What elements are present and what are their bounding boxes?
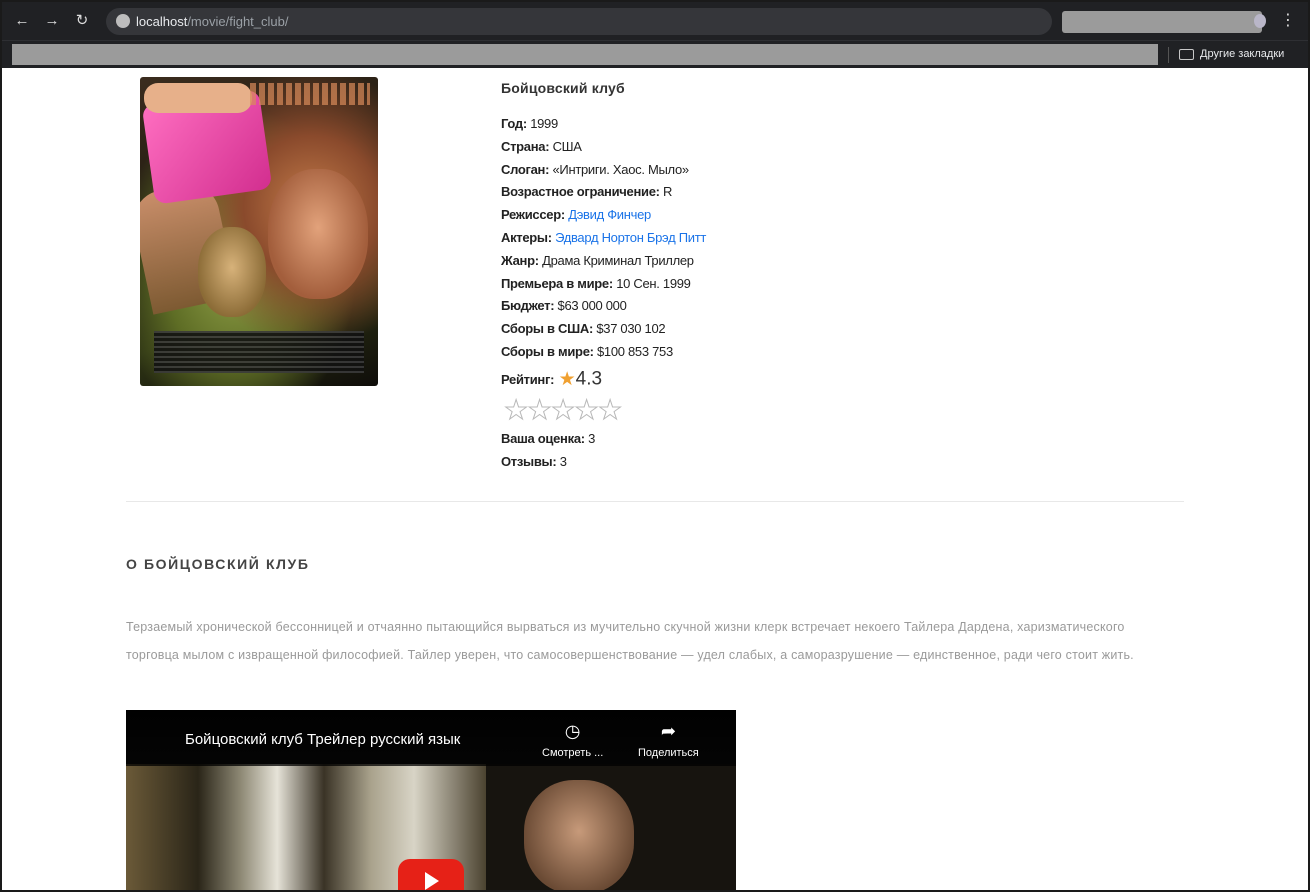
your-rating: Ваша оценка: 3 [501,430,595,448]
share-icon: ➦ [660,721,676,741]
profile-area[interactable] [1062,11,1262,33]
star-outline-icon[interactable]: ★ [527,396,552,425]
reviews-value: 3 [559,454,567,469]
bookmarks-bar: Другие закладки [2,40,1308,68]
info-premiere: Премьера в мире: 10 Сен. 1999 [501,275,1141,298]
url-host: localhost [136,14,188,29]
info-label: Бюджет: [501,298,555,314]
star-filled-icon: ★ [558,369,576,390]
your-rating-label: Ваша оценка: [501,431,585,446]
arrow-left-icon[interactable]: ← [11,10,33,32]
info-genre: Жанр: Драма Криминал Триллер [501,252,1141,275]
info-label: Режиссер: [501,207,565,223]
info-label: Сборы в мире: [501,343,594,359]
info-value: 10 Сен. 1999 [616,275,691,291]
star-outline-icon[interactable]: ★ [598,396,623,425]
about-description: Терзаемый хронической бессонницей и отча… [126,620,1134,662]
info-label: Сборы в США: [501,321,594,337]
info-value: R [663,184,673,200]
reload-icon[interactable]: ↻ [71,10,93,32]
about-heading: О БОЙЦОВСКИЙ КЛУБ [126,556,310,572]
info-value: «Интриги. Хаос. Мыло» [552,161,689,177]
poster-face-left [198,227,266,317]
star-outline-icon[interactable]: ★ [574,396,599,425]
info-director: Режиссер: Дэвид Финчер [501,206,1141,229]
url-text[interactable]: localhost/movie/fight_club/ [136,14,288,29]
folder-icon[interactable] [1179,49,1194,60]
bookmarks-separator [1168,47,1169,63]
arrow-right-icon[interactable]: → [41,10,63,32]
movie-poster [140,77,378,386]
info-year: Год: 1999 [501,115,1141,138]
reviews-label: Отзывы: [501,454,557,469]
section-divider [126,501,1184,502]
info-value: $63 000 000 [557,298,627,314]
video-title[interactable]: Бойцовский клуб Трейлер русский язык [185,731,460,749]
play-icon [425,872,439,890]
info-box-office-usa: Сборы в США: $37 030 102 [501,320,1141,343]
reviews-count: Отзывы: 3 [501,453,567,471]
star-rating-input[interactable]: ★★★★★ [504,396,623,425]
info-value: США [552,138,582,154]
video-embed[interactable]: Бойцовский клуб Трейлер русский язык ◷ С… [126,710,736,890]
info-label: Возрастное ограничение: [501,184,660,200]
movie-title: Бойцовский клуб [501,80,625,96]
info-label: Страна: [501,138,550,154]
info-box-office-world: Сборы в мире: $100 853 753 [501,343,1141,366]
poster-bottom-credits [154,331,364,373]
address-bar[interactable]: localhost/movie/fight_club/ [106,8,1052,35]
info-label: Жанр: [501,252,539,268]
info-label: Год: [501,116,527,131]
avatar[interactable] [1254,14,1266,28]
poster-face-right [268,169,368,299]
info-tagline: Слоган: «Интриги. Хаос. Мыло» [501,161,1141,184]
info-budget: Бюджет: $63 000 000 [501,297,1141,320]
watch-later-button[interactable]: ◷ Смотреть ... [542,720,603,760]
star-outline-icon[interactable]: ★ [551,396,576,425]
info-label: Слоган: [501,161,550,177]
rating-label: Рейтинг: [501,372,555,387]
clock-icon: ◷ [564,721,581,741]
info-label: Премьера в мире: [501,275,613,291]
movie-info-list: Год: 1999 Страна: США Слоган: «Интриги. … [501,115,1141,366]
info-value: 1999 [530,116,558,131]
director-link[interactable]: Дэвид Финчер [568,207,651,222]
info-value: $37 030 102 [596,321,666,337]
info-age-rating: Возрастное ограничение: R [501,183,1141,206]
globe-icon[interactable] [116,14,130,28]
browser-toolbar: ← → ↻ localhost/movie/fight_club/ ⋮ [2,2,1308,40]
info-actors: Актеры: Эдвард Нортон Брэд Питт [501,229,1141,252]
actors-link[interactable]: Эдвард Нортон Брэд Питт [555,230,706,245]
info-value: Драма Криминал Триллер [542,252,694,268]
info-country: Страна: США [501,138,1141,161]
star-outline-icon[interactable]: ★ [504,396,529,425]
watch-later-label: Смотреть ... [542,747,604,759]
kebab-menu-icon[interactable]: ⋮ [1280,11,1296,31]
poster-top-credits [250,83,370,105]
share-label: Поделиться [638,747,699,759]
your-rating-value: 3 [588,431,596,446]
info-value: $100 853 753 [596,343,673,359]
share-button[interactable]: ➦ Поделиться [638,720,699,760]
bookmarks-list[interactable] [12,44,1158,65]
poster-fist [144,83,252,113]
video-face [524,780,634,890]
rating-row: Рейтинг: ★4.3 [501,368,602,394]
info-label: Актеры: [501,229,552,245]
rating-value: 4.3 [575,368,603,390]
play-button[interactable] [398,859,464,890]
browser-window: ← → ↻ localhost/movie/fight_club/ ⋮ Друг… [0,0,1310,892]
other-bookmarks-button[interactable]: Другие закладки [1200,47,1284,62]
url-path: /movie/fight_club/ [187,14,289,29]
